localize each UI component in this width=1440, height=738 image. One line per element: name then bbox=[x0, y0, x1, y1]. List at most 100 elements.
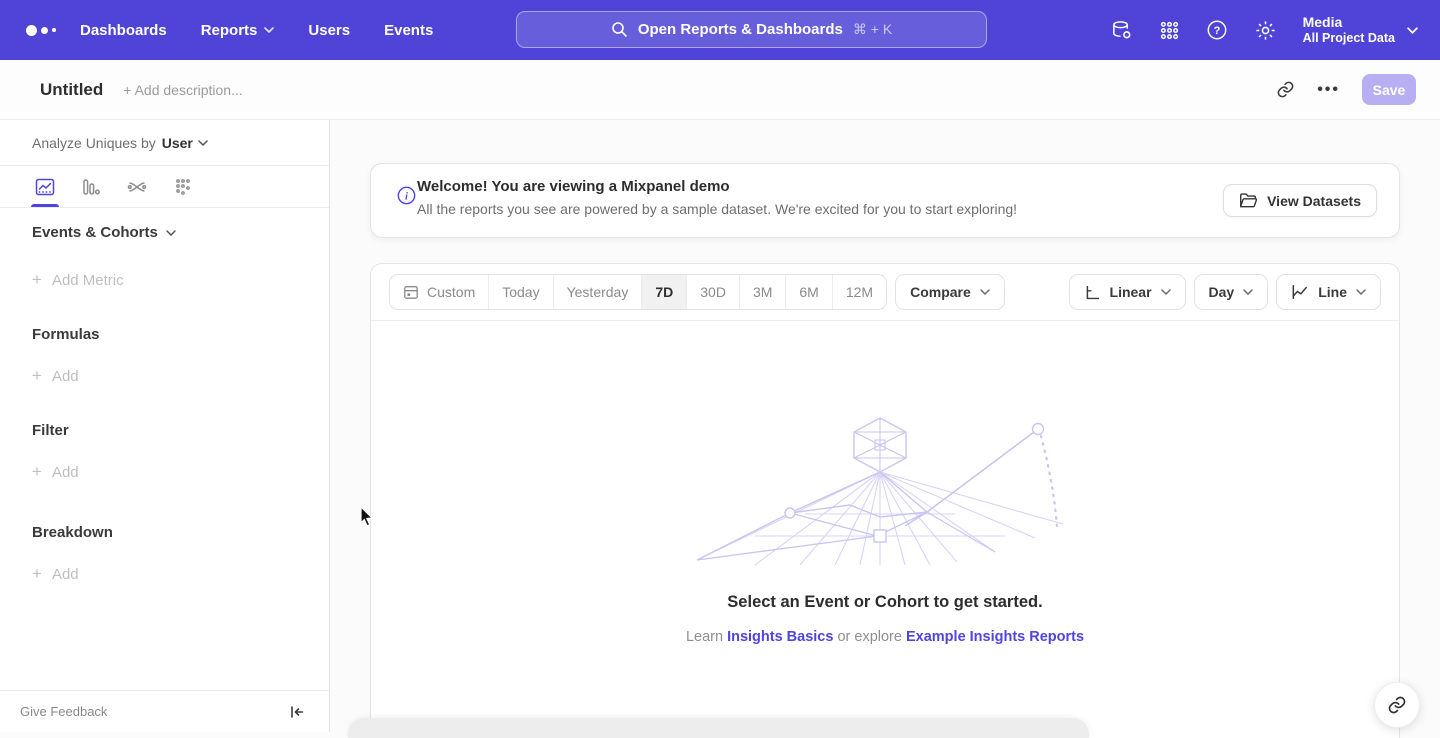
section-events-cohorts: Events & Cohorts + Add Metric bbox=[32, 224, 176, 290]
range-7d[interactable]: 7D bbox=[642, 275, 687, 309]
section-title: Filter bbox=[32, 422, 69, 439]
report-toolbar: Custom Today Yesterday 7D 30D 3M 6M 12M … bbox=[371, 264, 1399, 321]
tab-insights-line-view[interactable] bbox=[22, 166, 68, 207]
empty-state-title: Select an Event or Cohort to get started… bbox=[371, 593, 1399, 612]
nav-label: Reports bbox=[201, 22, 258, 39]
chart-type-dropdown[interactable]: Line bbox=[1276, 274, 1381, 310]
nav-item-users[interactable]: Users bbox=[308, 22, 350, 39]
project-scope: All Project Data bbox=[1303, 31, 1395, 46]
floating-copy-link-button[interactable] bbox=[1374, 682, 1420, 728]
apps-grid-icon[interactable] bbox=[1159, 20, 1180, 41]
report-header: Untitled + Add description... ••• Save bbox=[0, 60, 1440, 120]
search-shortcut: ⌘ + K bbox=[853, 21, 892, 38]
learn-prefix: Learn bbox=[686, 629, 723, 645]
copy-link-icon[interactable] bbox=[1276, 80, 1295, 99]
global-search-input[interactable]: Open Reports & Dashboards ⌘ + K bbox=[516, 11, 987, 48]
save-button[interactable]: Save bbox=[1362, 74, 1416, 105]
more-options-button[interactable]: ••• bbox=[1317, 81, 1340, 99]
chevron-down-icon bbox=[198, 140, 208, 146]
range-label: 6M bbox=[799, 284, 818, 300]
data-management-icon[interactable] bbox=[1110, 19, 1133, 42]
example-insights-reports-link[interactable]: Example Insights Reports bbox=[906, 629, 1084, 645]
chevron-down-icon bbox=[166, 230, 176, 236]
top-nav: Dashboards Reports Users Events Open Rep… bbox=[0, 0, 1440, 60]
range-today[interactable]: Today bbox=[489, 275, 553, 309]
view-tabs bbox=[0, 166, 329, 208]
empty-state: Select an Event or Cohort to get started… bbox=[371, 414, 1399, 645]
banner-body: All the reports you see are powered by a… bbox=[417, 201, 1017, 217]
view-datasets-button[interactable]: View Datasets bbox=[1223, 184, 1377, 217]
axes-icon bbox=[1084, 284, 1101, 301]
chart-type-label: Line bbox=[1318, 284, 1347, 300]
range-label: Today bbox=[502, 284, 539, 300]
bottom-sheet-edge[interactable] bbox=[348, 718, 1089, 738]
scale-label: Linear bbox=[1110, 284, 1152, 300]
chevron-down-icon bbox=[1243, 289, 1253, 295]
range-12m[interactable]: 12M bbox=[833, 275, 886, 309]
calendar-icon bbox=[403, 284, 419, 300]
collapse-sidebar-icon[interactable] bbox=[289, 704, 305, 720]
range-label: Yesterday bbox=[567, 284, 629, 300]
interval-label: Day bbox=[1209, 284, 1235, 300]
settings-gear-icon[interactable] bbox=[1254, 19, 1277, 42]
range-30d[interactable]: 30D bbox=[687, 275, 740, 309]
search-icon bbox=[611, 21, 628, 38]
view-datasets-label: View Datasets bbox=[1267, 193, 1361, 209]
line-chart-icon bbox=[1291, 284, 1309, 300]
nav-item-dashboards[interactable]: Dashboards bbox=[80, 22, 167, 39]
tab-metrics-view[interactable] bbox=[160, 166, 206, 207]
nav-right-cluster: ? Media All Project Data bbox=[1110, 0, 1418, 60]
add-breakdown-button[interactable]: + Add bbox=[32, 564, 113, 584]
mixpanel-logo[interactable] bbox=[26, 25, 60, 36]
events-cohorts-header[interactable]: Events & Cohorts bbox=[32, 224, 176, 241]
report-header-actions: ••• Save bbox=[1276, 74, 1416, 105]
metrics-grid-icon bbox=[173, 177, 193, 197]
chevron-down-icon bbox=[980, 289, 990, 295]
range-label: 12M bbox=[846, 284, 873, 300]
give-feedback-link[interactable]: Give Feedback bbox=[20, 704, 107, 719]
demo-welcome-banner: i Welcome! You are viewing a Mixpanel de… bbox=[370, 163, 1400, 238]
sidebar-footer: Give Feedback bbox=[0, 690, 329, 732]
add-metric-button[interactable]: + Add Metric bbox=[32, 270, 176, 290]
compare-label: Compare bbox=[910, 284, 971, 300]
compare-dropdown[interactable]: Compare bbox=[895, 274, 1005, 310]
chevron-down-icon bbox=[1407, 27, 1418, 34]
empty-state-subtitle: Learn Insights Basics or explore Example… bbox=[371, 629, 1399, 645]
primary-nav: Dashboards Reports Users Events bbox=[80, 22, 433, 39]
range-custom[interactable]: Custom bbox=[390, 275, 489, 309]
report-title[interactable]: Untitled bbox=[40, 80, 103, 100]
svg-text:i: i bbox=[405, 191, 408, 202]
add-filter-button[interactable]: + Add bbox=[32, 462, 79, 482]
add-description-field[interactable]: + Add description... bbox=[123, 82, 242, 98]
add-formula-button[interactable]: + Add bbox=[32, 366, 100, 386]
main-content: i Welcome! You are viewing a Mixpanel de… bbox=[330, 120, 1440, 732]
section-title: Formulas bbox=[32, 326, 100, 343]
plus-icon: + bbox=[32, 366, 42, 386]
help-icon[interactable]: ? bbox=[1206, 19, 1228, 41]
add-label: Add bbox=[52, 368, 79, 385]
tab-bar-view[interactable] bbox=[68, 166, 114, 207]
nav-item-reports[interactable]: Reports bbox=[201, 22, 275, 39]
range-6m[interactable]: 6M bbox=[786, 275, 832, 309]
section-filter: Filter + Add bbox=[32, 422, 79, 482]
flow-icon bbox=[127, 177, 147, 197]
search-placeholder: Open Reports & Dashboards bbox=[638, 21, 843, 38]
plus-icon: + bbox=[32, 564, 42, 584]
project-switcher[interactable]: Media All Project Data bbox=[1303, 14, 1418, 46]
date-range-segmented-control: Custom Today Yesterday 7D 30D 3M 6M 12M bbox=[389, 274, 887, 310]
middle-text: or explore bbox=[837, 629, 901, 645]
nav-label: Users bbox=[308, 22, 350, 39]
analyze-label: Analyze Uniques by bbox=[32, 135, 156, 151]
add-label: Add bbox=[52, 464, 79, 481]
nav-item-events[interactable]: Events bbox=[384, 22, 433, 39]
scale-dropdown[interactable]: Linear bbox=[1069, 274, 1186, 310]
banner-title: Welcome! You are viewing a Mixpanel demo bbox=[417, 178, 730, 195]
tab-flow-view[interactable] bbox=[114, 166, 160, 207]
interval-dropdown[interactable]: Day bbox=[1194, 274, 1269, 310]
range-3m[interactable]: 3M bbox=[740, 275, 786, 309]
plus-icon: + bbox=[32, 270, 42, 290]
insights-basics-link[interactable]: Insights Basics bbox=[727, 629, 833, 645]
analyze-by-dropdown[interactable]: User bbox=[162, 135, 208, 151]
link-icon bbox=[1387, 695, 1407, 715]
range-yesterday[interactable]: Yesterday bbox=[554, 275, 643, 309]
